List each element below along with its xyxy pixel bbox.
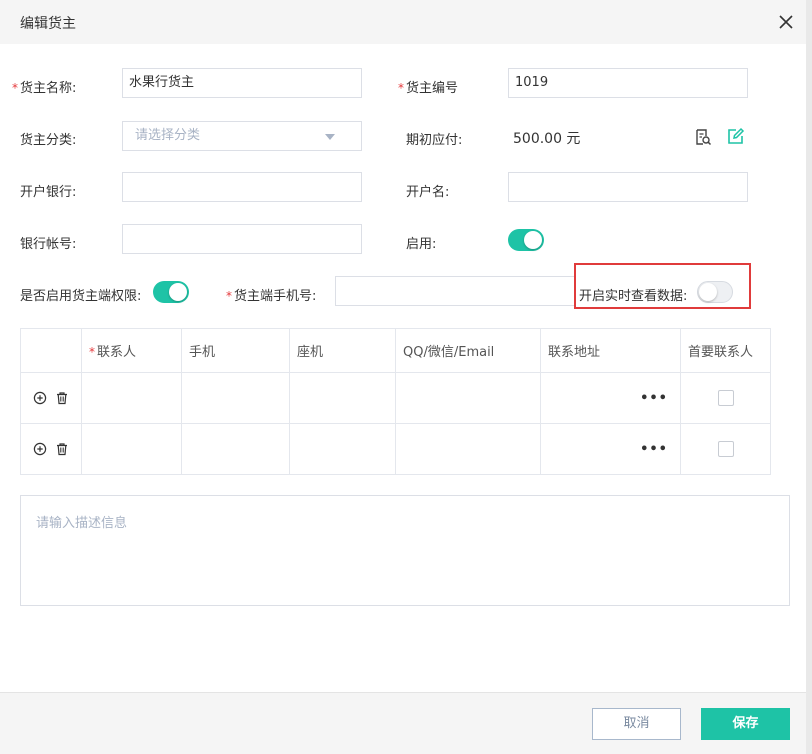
cell-contact[interactable] (81, 372, 182, 424)
required-mark: * (226, 289, 232, 303)
opening-payable-value: 500.00 元 (513, 131, 581, 147)
header-contact: * 联系人 (81, 328, 182, 373)
address-more-button[interactable]: ••• (540, 423, 681, 475)
owner-name-label: * 货主名称: (12, 81, 77, 96)
row-ops (20, 372, 82, 424)
owner-code-input[interactable]: 1019 (508, 68, 748, 98)
cell-im[interactable] (395, 423, 541, 475)
contacts-table: * 联系人 手机 座机 QQ/微信/Email 联系地址 首要联系人 ••• •… (20, 328, 771, 475)
cancel-button[interactable]: 取消 (592, 708, 681, 740)
owner-phone-label: * 货主端手机号: (226, 289, 317, 304)
bank-account-label: 银行帐号: (20, 237, 77, 252)
view-details-icon[interactable] (694, 128, 712, 146)
row-ops (20, 423, 82, 475)
add-circle-icon[interactable] (33, 442, 47, 456)
cell-primary (680, 372, 771, 424)
add-circle-icon[interactable] (33, 391, 47, 405)
dialog-title: 编辑货主 (20, 16, 76, 32)
header-address: 联系地址 (540, 328, 681, 373)
table-row: ••• (20, 372, 771, 424)
owner-permission-toggle[interactable] (153, 281, 189, 303)
required-mark: * (12, 81, 18, 95)
toggle-knob (524, 231, 542, 249)
category-label: 货主分类: (20, 133, 77, 148)
bank-input[interactable] (122, 172, 362, 202)
header-im: QQ/微信/Email (395, 328, 541, 373)
trash-icon[interactable] (55, 442, 69, 456)
header-ops (20, 328, 82, 373)
cell-im[interactable] (395, 372, 541, 424)
trash-icon[interactable] (55, 391, 69, 405)
account-name-input[interactable] (508, 172, 748, 202)
owner-code-label: * 货主编号 (398, 81, 459, 96)
category-select[interactable]: 请选择分类 (122, 121, 362, 151)
edit-owner-dialog: 编辑货主 * 货主名称: 水果行货主 * 货主编号 1019 货主分类: 请选择分类… (0, 0, 806, 754)
cell-primary (680, 423, 771, 475)
chevron-down-icon (325, 134, 335, 140)
category-placeholder: 请选择分类 (135, 128, 201, 143)
description-textarea[interactable]: 请输入描述信息 (20, 495, 790, 606)
dialog-header: 编辑货主 (0, 0, 806, 44)
address-more-button[interactable]: ••• (540, 372, 681, 424)
cell-contact[interactable] (81, 423, 182, 475)
owner-permission-label: 是否启用货主端权限: (20, 289, 142, 304)
bank-account-input[interactable] (122, 224, 362, 254)
edit-icon[interactable] (727, 127, 745, 145)
cell-landline[interactable] (289, 372, 396, 424)
cell-mobile[interactable] (181, 423, 290, 475)
table-row: ••• (20, 423, 771, 475)
dialog-footer: 取消 保存 (0, 692, 806, 754)
required-mark: * (398, 81, 404, 95)
account-name-label: 开户名: (406, 185, 450, 200)
enabled-toggle[interactable] (508, 229, 544, 251)
cell-landline[interactable] (289, 423, 396, 475)
owner-name-input[interactable]: 水果行货主 (122, 68, 362, 98)
opening-payable-label: 期初应付: (406, 133, 463, 148)
toggle-knob (169, 283, 187, 301)
bank-label: 开户银行: (20, 185, 77, 200)
owner-phone-input[interactable] (335, 276, 575, 306)
header-mobile: 手机 (181, 328, 290, 373)
description-placeholder: 请输入描述信息 (36, 516, 128, 531)
required-mark: * (89, 345, 95, 359)
header-landline: 座机 (289, 328, 396, 373)
cell-mobile[interactable] (181, 372, 290, 424)
enabled-label: 启用: (406, 237, 437, 252)
primary-checkbox[interactable] (717, 441, 734, 457)
save-button[interactable]: 保存 (701, 708, 790, 740)
background-edge (806, 0, 812, 754)
header-primary: 首要联系人 (680, 328, 771, 373)
close-icon[interactable] (776, 12, 796, 32)
highlight-box (574, 263, 751, 309)
table-header-row: * 联系人 手机 座机 QQ/微信/Email 联系地址 首要联系人 (20, 328, 771, 373)
primary-checkbox[interactable] (717, 390, 734, 406)
